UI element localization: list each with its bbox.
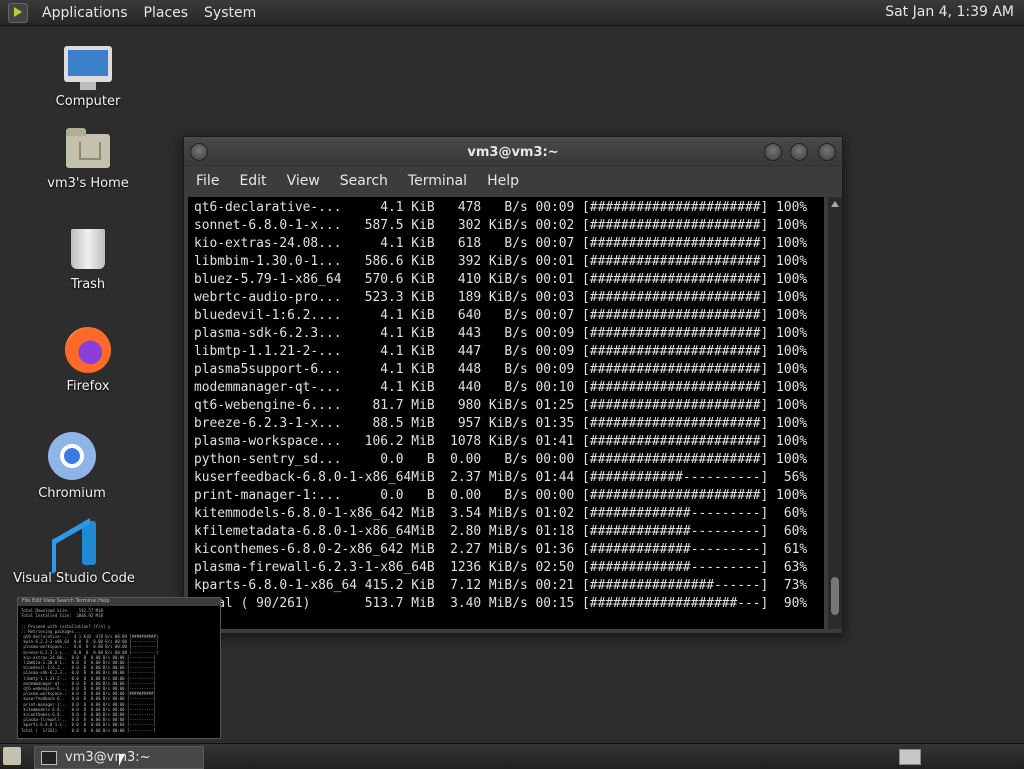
terminal-title: vm3@vm3:~ — [467, 145, 559, 160]
menu-search[interactable]: Search — [330, 173, 398, 189]
scrollbar-thumb[interactable] — [831, 577, 839, 615]
terminal-line: plasma5support-6... 4.1 KiB 448 B/s 00:0… — [194, 362, 808, 377]
trash-icon — [71, 229, 105, 269]
menu-view[interactable]: View — [277, 173, 330, 189]
monitor-icon — [64, 46, 112, 90]
bottom-panel: vm3@vm3:~ — [0, 743, 1024, 769]
terminal-icon — [41, 750, 57, 765]
menu-edit[interactable]: Edit — [229, 173, 276, 189]
terminal-lines: qt6-declarative-... 4.1 KiB 478 B/s 00:0… — [194, 199, 807, 613]
terminal-titlebar[interactable]: vm3@vm3:~ — [184, 137, 842, 167]
terminal-line: bluedevil-1:6.2.... 4.1 KiB 640 B/s 00:0… — [194, 308, 808, 323]
maximize-icon[interactable] — [790, 143, 808, 161]
terminal-line: Total ( 1/261) 0.0 B 0.00 B/s 00:00 [---… — [21, 727, 156, 733]
desktop-icon-label: Visual Studio Code — [13, 571, 135, 586]
terminal-window[interactable]: vm3@vm3:~ File Edit View Search Terminal… — [183, 136, 843, 634]
desktop-icon-label: Trash — [70, 277, 106, 292]
workspace-switcher[interactable] — [899, 749, 921, 765]
show-desktop-icon[interactable] — [3, 747, 21, 765]
home-folder-icon — [66, 128, 110, 168]
desktop-icon-firefox[interactable]: Firefox — [23, 327, 153, 394]
terminal-line: kio-extras-24.08... 4.1 KiB 618 B/s 00:0… — [194, 236, 808, 251]
terminal-line: kparts-6.8.0-1-x86_64 415.2 KiB 7.12 MiB… — [194, 578, 808, 593]
terminal-line: libmtp-1.1.21-2-... 4.1 KiB 447 B/s 00:0… — [194, 344, 808, 359]
terminal-line: qt6-webengine-6.... 81.7 MiB 980 KiB/s 0… — [194, 398, 808, 413]
terminal-line: Total ( 90/261) 513.7 MiB 3.40 MiB/s 00:… — [194, 596, 808, 611]
terminal-line: modemmanager-qt-... 4.1 KiB 440 B/s 00:1… — [194, 380, 808, 395]
terminal-line: kitemmodels-6.8.0-1-x86_642 MiB 3.54 MiB… — [194, 506, 808, 521]
close-icon[interactable] — [818, 143, 836, 161]
menu-places[interactable]: Places — [136, 5, 197, 21]
desktop-icon-vscode[interactable]: Visual Studio Code — [9, 521, 139, 586]
menu-terminal[interactable]: Terminal — [398, 173, 477, 189]
terminal-line: bluez-5.79-1-x86_64 570.6 KiB 410 KiB/s … — [194, 272, 808, 287]
terminal-line: qt6-declarative-... 4.1 KiB 478 B/s 00:0… — [194, 200, 808, 215]
terminal-line: kiconthemes-6.8.0-2-x86_642 MiB 2.27 MiB… — [194, 542, 808, 557]
preview-lines: Total Download Size: 542.57 MiB Total Ins… — [18, 606, 220, 735]
top-panel: Applications Places System Sat Jan 4, 1:… — [0, 0, 1024, 26]
desktop-icon-label: Firefox — [66, 379, 110, 394]
terminal-output[interactable]: qt6-declarative-... 4.1 KiB 478 B/s 00:0… — [188, 197, 824, 629]
terminal-menubar: File Edit View Search Terminal Help — [184, 167, 842, 195]
clock[interactable]: Sat Jan 4, 1:39 AM — [885, 4, 1014, 20]
desktop-icon-label: Chromium — [38, 486, 106, 501]
preview-menubar: File Edit View Search Terminal Help — [18, 598, 220, 606]
terminal-line: sonnet-6.8.0-1-x... 587.5 KiB 302 KiB/s … — [194, 218, 808, 233]
terminal-line: plasma-workspace... 106.2 MiB 1078 KiB/s… — [194, 434, 808, 449]
terminal-line: plasma-firewall-6.2.3-1-x86_64B 1236 KiB… — [194, 560, 808, 575]
menu-system[interactable]: System — [196, 5, 264, 21]
menu-file[interactable]: File — [186, 173, 229, 189]
firefox-icon — [65, 327, 111, 373]
terminal-line: webrtc-audio-pro... 523.3 KiB 189 KiB/s … — [194, 290, 808, 305]
terminal-line: print-manager-1:... 0.0 B 0.00 B/s 00:00… — [194, 488, 808, 503]
desktop-icon-label: Computer — [55, 94, 121, 109]
terminal-line: libmbim-1.30.0-1... 586.6 KiB 392 KiB/s … — [194, 254, 808, 269]
terminal-line: kuserfeedback-6.8.0-1-x86_64MiB 2.37 MiB… — [194, 470, 808, 485]
terminal-line: breeze-6.2.3-1-x... 88.5 MiB 957 KiB/s 0… — [194, 416, 808, 431]
desktop-icon-trash[interactable]: Trash — [23, 229, 153, 292]
terminal-scrollbar[interactable] — [828, 197, 842, 629]
taskbar-item-label: vm3@vm3:~ — [65, 750, 151, 765]
menu-applications[interactable]: Applications — [34, 5, 136, 21]
desktop-icon-computer[interactable]: Computer — [23, 46, 153, 109]
applications-logo-icon[interactable] — [8, 2, 28, 23]
minimize-icon[interactable] — [764, 143, 782, 161]
desktop-icon-home[interactable]: vm3's Home — [23, 128, 153, 191]
menu-help[interactable]: Help — [477, 173, 529, 189]
terminal-line: kfilemetadata-6.8.0-1-x86_64MiB 2.80 MiB… — [194, 524, 808, 539]
window-preview[interactable]: File Edit View Search Terminal Help Tota… — [17, 597, 221, 739]
chromium-icon — [48, 432, 96, 480]
mouse-cursor-icon — [119, 754, 125, 766]
vscode-icon — [52, 521, 96, 565]
desktop-icon-label: vm3's Home — [47, 176, 129, 191]
terminal-line: plasma-sdk-6.2.3... 4.1 KiB 443 B/s 00:0… — [194, 326, 808, 341]
desktop-icon-chromium[interactable]: Chromium — [7, 432, 137, 501]
scroll-up-icon[interactable] — [831, 201, 839, 207]
terminal-line: python-sentry_sd... 0.0 B 0.00 B/s 00:00… — [194, 452, 808, 467]
